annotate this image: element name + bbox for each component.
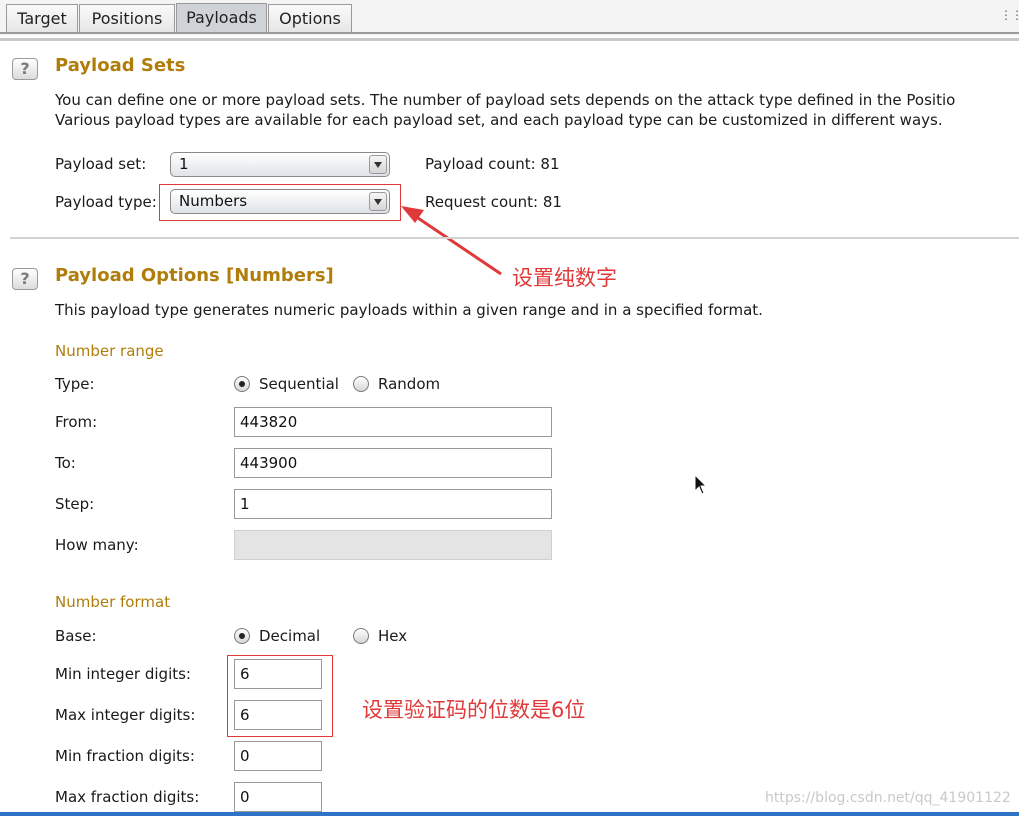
radio-hex[interactable]	[353, 628, 369, 644]
radio-hex-label: Hex	[378, 627, 408, 645]
to-input[interactable]: 443900	[234, 448, 552, 478]
mouse-cursor-icon	[694, 474, 708, 495]
annotation-arrow	[401, 206, 502, 276]
window-bottom-border	[0, 812, 1019, 816]
max-integer-digits-label: Max integer digits:	[55, 706, 196, 724]
payload-sets-description-line2: Various payload types are available for …	[55, 111, 943, 129]
payload-type-label: Payload type:	[55, 193, 157, 211]
number-range-heading: Number range	[55, 342, 164, 360]
payload-count: Payload count: 81	[425, 155, 560, 173]
annotation-digits: 设置验证码的位数是6位	[362, 698, 586, 722]
from-label: From:	[55, 413, 98, 431]
radio-random[interactable]	[353, 376, 369, 392]
payload-options-description: This payload type generates numeric payl…	[55, 301, 763, 319]
step-label: Step:	[55, 495, 95, 513]
min-fraction-digits-label: Min fraction digits:	[55, 747, 195, 765]
annotation-pure-numbers: 设置纯数字	[512, 266, 617, 290]
payload-sets-title: Payload Sets	[55, 55, 186, 76]
to-label: To:	[55, 454, 76, 472]
radio-decimal[interactable]	[234, 628, 250, 644]
from-input[interactable]: 443820	[234, 407, 552, 437]
type-label: Type:	[55, 375, 95, 393]
number-format-heading: Number format	[55, 593, 171, 611]
tab-payloads[interactable]: Payloads	[176, 3, 267, 33]
payload-options-title: Payload Options [Numbers]	[55, 265, 334, 286]
min-fraction-digits-input[interactable]: 0	[234, 741, 322, 771]
section-divider	[10, 237, 1019, 239]
radio-sequential-label: Sequential	[259, 375, 339, 393]
radio-decimal-label: Decimal	[259, 627, 321, 645]
highlight-box-digits	[227, 655, 333, 737]
base-label: Base:	[55, 627, 97, 645]
payload-set-value: 1	[179, 155, 189, 173]
radio-random-label: Random	[378, 375, 441, 393]
tab-options[interactable]: Options	[268, 4, 352, 32]
max-fraction-digits-label: Max fraction digits:	[55, 788, 200, 806]
tab-underline	[0, 32, 1019, 34]
payload-set-label: Payload set:	[55, 155, 147, 173]
watermark: https://blog.csdn.net/qq_41901122	[765, 790, 1011, 806]
step-input[interactable]: 1	[234, 489, 552, 519]
tab-target[interactable]: Target	[6, 4, 78, 32]
chevron-down-icon[interactable]	[369, 155, 387, 174]
how-many-label: How many:	[55, 536, 139, 554]
how-many-input	[234, 530, 552, 560]
overflow-menu-icon[interactable]: ⋮⋮	[1000, 8, 1019, 22]
help-icon[interactable]: ?	[12, 58, 38, 80]
tab-positions[interactable]: Positions	[79, 4, 175, 32]
min-integer-digits-label: Min integer digits:	[55, 665, 191, 683]
help-icon[interactable]: ?	[12, 268, 38, 290]
payload-sets-description-line1: You can define one or more payload sets.…	[55, 91, 956, 109]
highlight-box-payload-type	[159, 184, 401, 221]
payload-set-select[interactable]: 1	[170, 152, 390, 177]
tab-panel-border	[0, 38, 1019, 41]
radio-sequential[interactable]	[234, 376, 250, 392]
max-fraction-digits-input[interactable]: 0	[234, 782, 322, 812]
